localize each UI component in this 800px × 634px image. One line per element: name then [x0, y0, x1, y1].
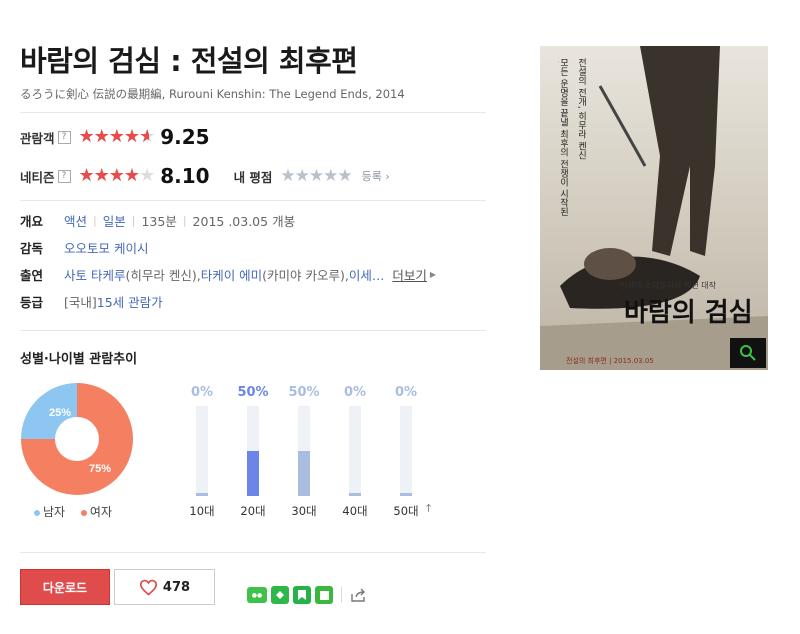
divider [20, 200, 486, 201]
age-bar-track [247, 406, 259, 496]
male-pct-label: 25% [49, 407, 71, 419]
line-share-icon[interactable]: ●● [247, 587, 267, 603]
age-bar [196, 493, 208, 496]
audience-rating-label: 관람객 [20, 130, 55, 146]
genre-link[interactable]: 액션 [64, 211, 87, 230]
age-pct-label: 50% [237, 385, 269, 400]
movie-poster[interactable]: 신세대 스타일리쉬 액션 대작 바람의 검심 전설의 최후편 | 2015.03… [540, 46, 768, 370]
age-pct-label: 0% [394, 385, 418, 400]
overview-key: 개요 [20, 213, 44, 229]
age-bar-track [400, 406, 412, 496]
cast-row: 출연 사토 타케루 (히무라 켄신), 타케이 에미 (카미야 카오루), 이세… [20, 264, 436, 284]
female-legend-label: 여자 [89, 505, 113, 519]
age-label: 20대 [240, 504, 266, 518]
age-bar [247, 451, 259, 496]
like-button[interactable]: 478 [114, 569, 215, 605]
memo-share-icon[interactable] [315, 586, 333, 604]
age-bar [298, 451, 310, 496]
cast-link-1[interactable]: 사토 타케루 [64, 265, 125, 284]
band-share-icon[interactable] [271, 586, 289, 604]
netizen-rating-row: 네티즌 ? ★★★★★ ★★★★★ 8.10 내 평점 ★★★★★ 등록 › [20, 162, 390, 190]
age-bar [349, 493, 361, 496]
country-link[interactable]: 일본 [103, 211, 126, 230]
gender-legend: 남자 여자 [34, 503, 112, 520]
overview-row: 개요 액션 | 일본 | 135분 | 2015 .03.05 개봉 [20, 210, 295, 230]
director-row: 감독 오오토모 케이시 [20, 237, 148, 257]
poster-title: 바람의 검심 [624, 298, 753, 328]
age-pct-label: 50% [288, 385, 320, 400]
netizen-stars: ★★★★★ ★★★★★ [78, 165, 156, 186]
grade-prefix: [국내] [64, 294, 97, 310]
cast-role-2: (카미야 카오루), [262, 267, 349, 283]
audience-rating-row: 관람객 ? ★★★★★ ★★★★★ 9.25 [20, 123, 210, 151]
help-icon[interactable]: ? [57, 169, 71, 183]
cast-key: 출연 [20, 267, 44, 283]
trend-title: 성별·나이별 관람추이 [20, 352, 138, 367]
more-cast-link[interactable]: 더보기 [392, 265, 427, 284]
release-date[interactable]: 2015 .03.05 개봉 [193, 211, 296, 230]
poster-vertical-text-2: 모든 운명을 끝낼 최후의 전쟁이 시작된다! [558, 58, 568, 217]
divider [20, 552, 486, 553]
help-icon[interactable]: ? [57, 130, 71, 144]
cast-link-3[interactable]: 이세… [349, 265, 385, 284]
female-pct-label: 75% [89, 463, 111, 475]
bookmark-share-icon[interactable] [293, 586, 311, 604]
director-link[interactable]: 오오토모 케이시 [64, 238, 148, 257]
age-pct-label: 0% [190, 385, 214, 400]
poster-tagline: 신세대 스타일리쉬 액션 대작 [620, 281, 716, 290]
movie-title: 바람의 검심 : 전설의 최후편 [20, 44, 358, 78]
audience-stars: ★★★★★ ★★★★★ [78, 126, 156, 147]
age-label: 10대 [189, 504, 215, 518]
register-rating-link[interactable]: 등록 › [362, 168, 390, 184]
runtime: 135분 [141, 213, 177, 229]
age-label: 30대 [291, 504, 317, 518]
male-dot-icon [34, 509, 40, 516]
cast-role-1: (히무라 켄신), [125, 267, 201, 283]
share-icon[interactable] [350, 587, 368, 603]
age-label: 40대 [342, 504, 368, 518]
netizen-rating-label: 네티즌 [20, 169, 55, 185]
grade-key: 등급 [20, 294, 44, 310]
audience-score: 9.25 [160, 125, 210, 149]
my-rating-stars[interactable]: ★★★★★ [280, 166, 352, 186]
original-title: るろうに剣心 伝説の最期編, Rurouni Kenshin: The Lege… [20, 87, 405, 101]
female-dot-icon [80, 509, 87, 516]
divider [20, 112, 486, 113]
divider [20, 330, 486, 331]
poster-vertical-text-1: 전설의 전개, 히무라 켄신 [576, 58, 586, 160]
netizen-score: 8.10 [160, 164, 210, 188]
my-rating-label: 내 평점 [233, 169, 273, 185]
grade-link[interactable]: 15세 관람가 [97, 292, 163, 311]
age-bar-track [298, 406, 310, 496]
gender-donut-chart: 25% 75% [21, 383, 133, 495]
share-bar: ●● [247, 586, 368, 604]
male-legend-label: 남자 [43, 505, 66, 519]
age-bar-track [349, 406, 361, 496]
director-key: 감독 [20, 240, 44, 256]
heart-icon [139, 579, 157, 596]
age-bar-track [196, 406, 208, 496]
poster-footer: 전설의 최후편 | 2015.03.05 [566, 357, 654, 365]
arrow-up-icon: ↑ [424, 502, 434, 515]
age-bar [400, 493, 412, 496]
arrow-right-icon: ▶ [429, 269, 437, 279]
age-label: 50대 [393, 504, 419, 518]
cast-link-2[interactable]: 타케이 에미 [201, 265, 262, 284]
download-button[interactable]: 다운로드 [20, 569, 110, 605]
age-pct-label: 0% [343, 385, 367, 400]
grade-row: 등급 [국내] 15세 관람가 [20, 291, 163, 311]
like-count: 478 [162, 579, 191, 595]
